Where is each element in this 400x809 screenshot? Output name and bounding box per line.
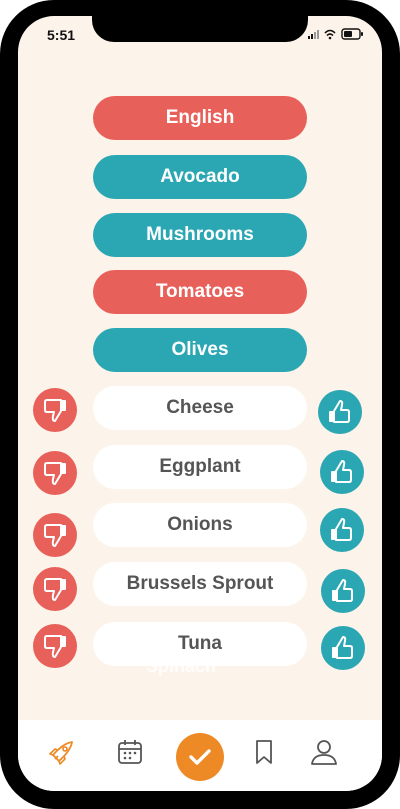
option-avocado[interactable]: Avocado <box>93 155 307 199</box>
option-english[interactable]: English <box>93 96 307 140</box>
profile-icon <box>311 740 337 765</box>
notch <box>92 14 308 42</box>
thumbs-up-icon <box>332 579 353 602</box>
thumbs-up-button[interactable] <box>320 450 364 494</box>
option-mushrooms[interactable]: Mushrooms <box>93 213 307 257</box>
thumbs-down-button[interactable] <box>33 388 77 432</box>
nav-check-button[interactable] <box>176 733 224 781</box>
thumbs-down-button[interactable] <box>33 624 77 668</box>
wifi-icon <box>324 29 336 40</box>
status-icons <box>308 28 363 40</box>
thumbs-up-icon <box>329 400 350 423</box>
nav-bookmark[interactable] <box>248 736 280 768</box>
option-olives[interactable]: Olives <box>93 328 307 372</box>
vote-item-eggplant: Eggplant <box>93 445 307 489</box>
thumbs-down-button[interactable] <box>33 513 77 557</box>
vote-item-brussels-sprout: Brussels Sprout <box>93 562 307 606</box>
nav-profile[interactable] <box>308 736 340 768</box>
thumbs-down-icon <box>44 462 66 485</box>
thumbs-up-icon <box>332 636 353 659</box>
thumbs-up-icon <box>331 518 352 541</box>
calendar-icon <box>118 740 142 764</box>
thumbs-down-icon <box>44 524 66 547</box>
thumbs-down-icon <box>44 578 66 601</box>
vote-item-cheese: Cheese <box>93 386 307 430</box>
thumbs-down-icon <box>44 635 66 658</box>
rocket-icon <box>49 741 73 765</box>
battery-icon <box>341 28 363 40</box>
thumbs-up-icon <box>331 460 352 483</box>
nav-calendar[interactable] <box>114 736 146 768</box>
thumbs-up-button[interactable] <box>321 569 365 613</box>
nav-rocket[interactable] <box>46 736 78 768</box>
bookmark-icon <box>256 740 272 764</box>
option-tomatoes[interactable]: Tomatoes <box>93 270 307 314</box>
thumbs-up-button[interactable] <box>318 390 362 434</box>
vote-item-onions: Onions <box>93 503 307 547</box>
signal-icon <box>308 30 319 39</box>
thumbs-up-button[interactable] <box>320 508 364 552</box>
vote-item-tuna: Tuna <box>93 622 307 666</box>
thumbs-down-button[interactable] <box>33 451 77 495</box>
thumbs-down-icon <box>44 399 66 422</box>
check-icon <box>189 749 211 765</box>
thumbs-down-button[interactable] <box>33 567 77 611</box>
thumbs-up-button[interactable] <box>321 626 365 670</box>
status-time: 5:51 <box>47 27 76 43</box>
